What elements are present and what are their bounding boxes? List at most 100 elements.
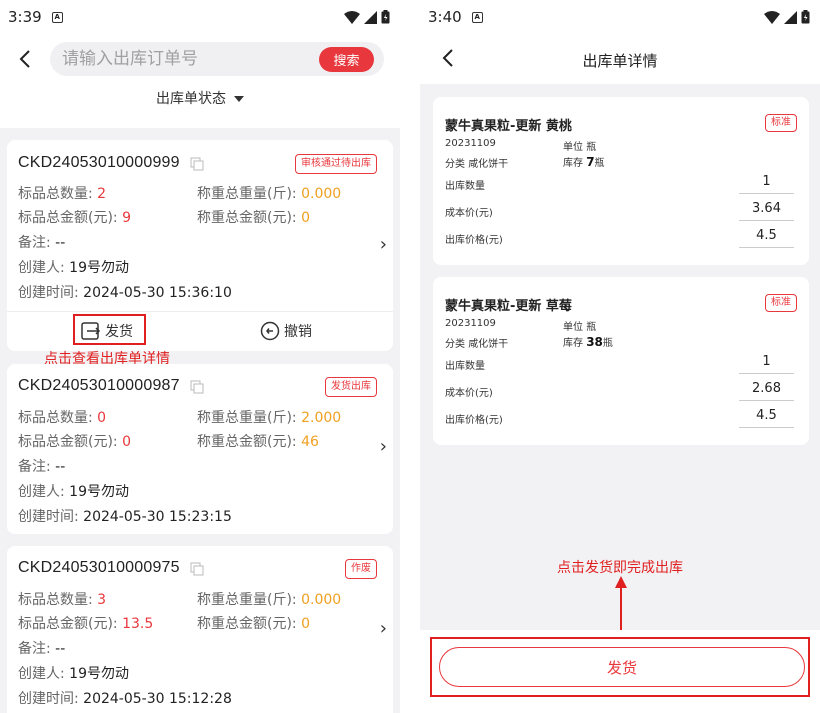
cost-price-input[interactable]: 2.68	[739, 379, 794, 401]
out-qty-label: 出库数量	[445, 181, 485, 192]
creator-label: 创建人:	[18, 666, 65, 682]
out-price-input[interactable]: 4.5	[739, 226, 794, 248]
unit-label: 单位	[563, 142, 583, 153]
order-card[interactable]: CKD24053010000975 作废 标品总数量: 3 称重总重量(斤): …	[7, 546, 393, 713]
cost-price-label: 成本价(元)	[445, 208, 493, 219]
order-card[interactable]: CKD24053010000987 发货出库 标品总数量: 0 称重总重量(斤)…	[7, 364, 393, 534]
std-qty-row: 标品总数量: 3	[18, 589, 106, 609]
stock-row: 库存 38瓶	[563, 334, 613, 349]
remark-value: --	[55, 641, 66, 657]
unit-value: 瓶	[586, 322, 597, 333]
remark-row: 备注: --	[18, 638, 65, 658]
search-box: 搜索	[50, 42, 384, 76]
chevron-right-icon[interactable]: ›	[380, 436, 387, 457]
creator-row: 创建人: 19号勿动	[18, 663, 129, 683]
created-time-row: 创建时间: 2024-05-30 15:12:28	[18, 688, 232, 708]
out-qty-input[interactable]: 1	[739, 172, 794, 194]
std-amount-label: 标品总金额(元):	[18, 616, 118, 632]
cost-price-input[interactable]: 3.64	[739, 199, 794, 221]
system-icons	[344, 10, 390, 24]
weigh-weight-row: 称重总重量(斤): 2.000	[197, 407, 341, 427]
product-code: 20231109	[445, 318, 496, 329]
copy-icon[interactable]	[190, 157, 204, 171]
status-time: 3:39	[8, 8, 42, 26]
remark-label: 备注:	[18, 459, 51, 475]
order-detail-screen: 3:40 A 出库单详情 蒙牛真果粒-更新 黄桃 标准 20231109 单位 …	[420, 0, 820, 713]
creator-label: 创建人:	[18, 484, 65, 500]
annotation-complete-shipment: 点击发货即完成出库	[557, 560, 683, 576]
creator-label: 创建人:	[18, 260, 65, 276]
chevron-right-icon[interactable]: ›	[380, 618, 387, 639]
copy-icon[interactable]	[190, 380, 204, 394]
order-number: CKD24053010000987	[18, 377, 180, 394]
unit-label: 单位	[563, 322, 583, 333]
status-badge: 发货出库	[325, 377, 377, 397]
weigh-amount-row: 称重总金额(元): 46	[197, 431, 319, 451]
created-time-label: 创建时间:	[18, 509, 79, 525]
std-amount-row: 标品总金额(元): 0	[18, 431, 131, 451]
weigh-weight-value: 0.000	[301, 592, 342, 608]
copy-icon[interactable]	[190, 562, 204, 576]
category-label: 分类	[445, 159, 465, 170]
std-qty-label: 标品总数量:	[18, 592, 93, 608]
status-filter-dropdown[interactable]: 出库单状态	[0, 88, 400, 108]
undo-icon	[260, 321, 280, 341]
created-time-label: 创建时间:	[18, 691, 79, 707]
stock-label: 库存	[563, 158, 583, 169]
std-amount-row: 标品总金额(元): 13.5	[18, 613, 153, 633]
weigh-weight-value: 0.000	[301, 186, 342, 202]
unit-value: 瓶	[586, 142, 597, 153]
nav-bar: 出库单详情	[420, 34, 820, 84]
created-time-label: 创建时间:	[18, 285, 79, 301]
created-time-value: 2024-05-30 15:36:10	[83, 285, 232, 301]
weigh-weight-label: 称重总重量(斤):	[197, 410, 297, 426]
stock-value: 38	[586, 335, 603, 349]
status-badge: 审核通过待出库	[295, 154, 377, 174]
back-button[interactable]	[0, 40, 50, 78]
highlight-box	[73, 314, 146, 345]
product-type-badge: 标准	[765, 294, 797, 312]
weigh-weight-label: 称重总重量(斤):	[197, 186, 297, 202]
product-type-badge: 标准	[765, 114, 797, 132]
cancel-action-button[interactable]: 撤销	[260, 321, 312, 341]
created-time-row: 创建时间: 2024-05-30 15:23:15	[18, 506, 232, 526]
out-price-input[interactable]: 4.5	[739, 406, 794, 428]
weigh-amount-value: 0	[301, 210, 311, 226]
weigh-amount-label: 称重总金额(元):	[197, 434, 297, 450]
wifi-icon	[764, 10, 780, 24]
search-input[interactable]	[62, 49, 312, 69]
weigh-amount-row: 称重总金额(元): 0	[197, 207, 310, 227]
category-value: 咸化饼干	[468, 339, 509, 350]
search-button[interactable]: 搜索	[319, 47, 374, 72]
wifi-icon	[344, 10, 360, 24]
system-icons	[764, 10, 810, 24]
status-bar: 3:39 A	[0, 0, 400, 34]
battery-icon	[381, 10, 390, 24]
unit-row: 单位 瓶	[563, 138, 596, 153]
order-card[interactable]: CKD24053010000999 审核通过待出库 标品总数量: 2 称重总重量…	[7, 140, 393, 351]
std-qty-row: 标品总数量: 2	[18, 183, 106, 203]
remark-value: --	[55, 459, 66, 475]
remark-label: 备注:	[18, 641, 51, 657]
creator-row: 创建人: 19号勿动	[18, 481, 129, 501]
battery-icon	[801, 10, 810, 24]
notification-icon: A	[471, 11, 483, 23]
std-amount-value: 13.5	[122, 616, 154, 632]
chevron-right-icon[interactable]: ›	[380, 234, 387, 255]
cancel-label: 撤销	[284, 324, 312, 340]
arrow-line	[620, 580, 622, 630]
ship-button[interactable]: 发货	[439, 647, 805, 687]
product-name: 蒙牛真果粒-更新 草莓	[445, 299, 572, 314]
weigh-weight-row: 称重总重量(斤): 0.000	[197, 589, 341, 609]
created-time-value: 2024-05-30 15:12:28	[83, 691, 232, 707]
search-bar: 搜索	[0, 40, 400, 78]
cost-price-label: 成本价(元)	[445, 388, 493, 399]
std-qty-label: 标品总数量:	[18, 186, 93, 202]
caret-down-icon	[234, 96, 244, 102]
stock-label: 库存	[563, 338, 583, 349]
signal-icon	[364, 10, 377, 24]
unit-row: 单位 瓶	[563, 318, 596, 333]
order-number: CKD24053010000975	[18, 559, 180, 576]
created-time-value: 2024-05-30 15:23:15	[83, 509, 232, 525]
out-qty-input[interactable]: 1	[739, 352, 794, 374]
